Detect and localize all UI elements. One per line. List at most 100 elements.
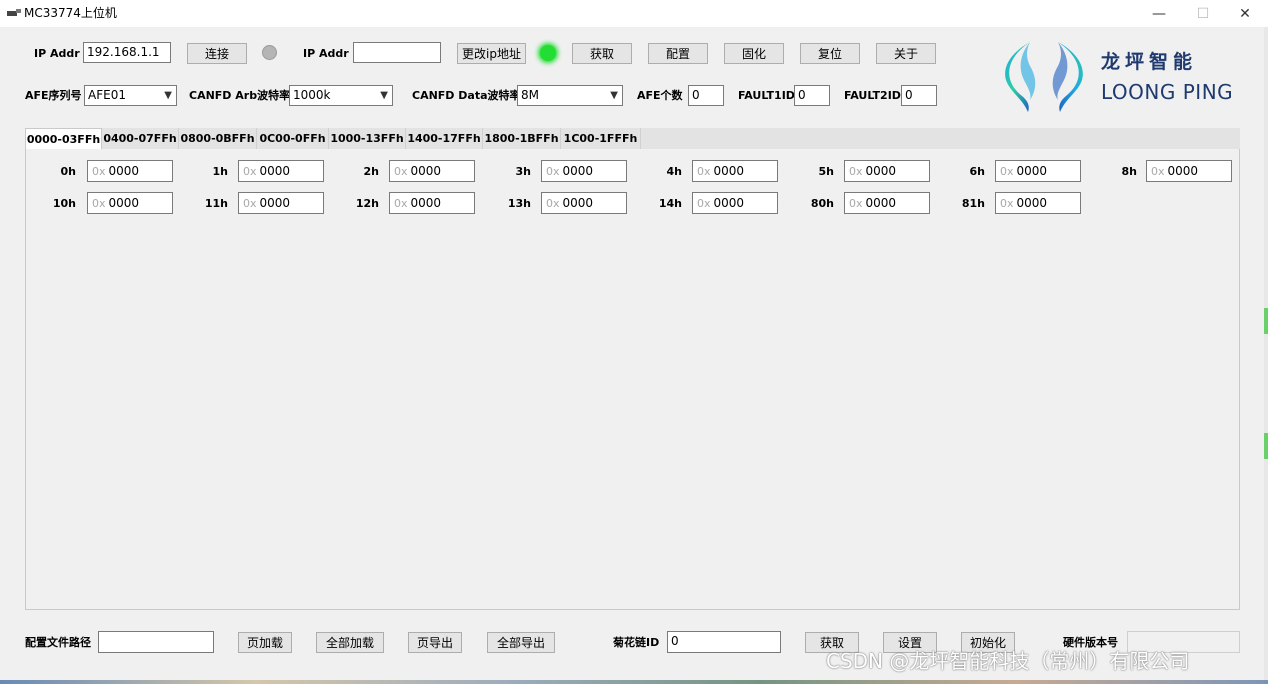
maximize-button[interactable]: ☐: [1180, 0, 1226, 27]
register-label: 12h: [355, 197, 379, 210]
register-value: 0000: [410, 164, 442, 178]
register-label: 2h: [363, 165, 380, 178]
register-label: 11h: [204, 197, 228, 210]
register-input[interactable]: 0x 0000: [87, 160, 173, 182]
hex-prefix: 0x: [697, 197, 711, 210]
register-input[interactable]: 0x 0000: [87, 192, 173, 214]
register-input[interactable]: 0x 0000: [844, 192, 930, 214]
tab-4[interactable]: 1000-13FFh: [329, 128, 406, 150]
solidify-button[interactable]: 固化: [724, 43, 784, 64]
maximize-icon: ☐: [1196, 5, 1210, 22]
chevron-down-icon: ▼: [610, 90, 618, 101]
fault1-label: FAULT1ID: [738, 89, 795, 102]
ip-addr2-input[interactable]: [353, 42, 441, 63]
watermark: CSDN @龙坪智能科技（常州）有限公司: [826, 649, 1190, 673]
hex-prefix: 0x: [1151, 165, 1165, 178]
register-input[interactable]: 0x 0000: [995, 160, 1081, 182]
register-input[interactable]: 0x 0000: [389, 160, 475, 182]
fault2-label: FAULT2ID: [844, 89, 901, 102]
register-label: 6h: [969, 165, 986, 178]
logo-text-en: LOONG PING: [1101, 80, 1234, 104]
close-button[interactable]: ✕: [1222, 0, 1268, 27]
register-value: 0000: [108, 196, 140, 210]
logo-mark-icon: [1005, 42, 1083, 112]
register-label: 0h: [60, 165, 77, 178]
right-edge-accent: [1264, 433, 1268, 459]
canfd-data-value: 8M: [521, 88, 539, 102]
register-value: 0000: [865, 164, 897, 178]
minimize-button[interactable]: —: [1136, 0, 1182, 27]
fault2-input[interactable]: 0: [901, 85, 937, 106]
title-bar: [0, 0, 1268, 27]
tab-panel: [25, 149, 1240, 610]
register-value: 0000: [713, 164, 745, 178]
load-all-button[interactable]: 全部加载: [316, 632, 384, 653]
register-input[interactable]: 0x 0000: [238, 160, 324, 182]
daisy-id-label: 菊花链ID: [613, 636, 660, 649]
tab-0[interactable]: 0000-03FFh: [25, 128, 102, 151]
taskbar-strip: [0, 680, 1268, 684]
ip-addr2-label: IP Addr: [303, 47, 349, 60]
afe-seq-select[interactable]: AFE01 ▼: [84, 85, 177, 106]
config-button[interactable]: 配置: [648, 43, 708, 64]
tab-3[interactable]: 0C00-0FFh: [257, 128, 329, 150]
register-value: 0000: [108, 164, 140, 178]
connect-button[interactable]: 连接: [187, 43, 247, 64]
register-label: 5h: [818, 165, 835, 178]
hex-prefix: 0x: [697, 165, 711, 178]
register-input[interactable]: 0x 0000: [692, 192, 778, 214]
register-label: 10h: [52, 197, 76, 210]
tab-1[interactable]: 0400-07FFh: [102, 128, 179, 150]
register-input[interactable]: 0x 0000: [844, 160, 930, 182]
hex-prefix: 0x: [1000, 165, 1014, 178]
tab-2[interactable]: 0800-0BFFh: [179, 128, 257, 150]
register-input[interactable]: 0x 0000: [541, 192, 627, 214]
minimize-icon: —: [1152, 5, 1166, 22]
register-input[interactable]: 0x 0000: [995, 192, 1081, 214]
get-button[interactable]: 获取: [572, 43, 632, 64]
register-input[interactable]: 0x 0000: [692, 160, 778, 182]
tab-6[interactable]: 1800-1BFFh: [483, 128, 561, 150]
register-label: 81h: [961, 197, 985, 210]
register-input[interactable]: 0x 0000: [1146, 160, 1232, 182]
export-all-button[interactable]: 全部导出: [487, 632, 555, 653]
hex-prefix: 0x: [243, 165, 257, 178]
canfd-arb-select[interactable]: 1000k ▼: [289, 85, 393, 106]
page-load-button[interactable]: 页加载: [238, 632, 292, 653]
right-edge: [1264, 27, 1268, 684]
window-title: MC33774上位机: [24, 6, 117, 20]
daisy-id-input[interactable]: 0: [667, 631, 781, 653]
afe-count-input[interactable]: 0: [688, 85, 724, 106]
afe-seq-label: AFE序列号: [25, 89, 82, 102]
change-ip-button[interactable]: 更改ip地址: [457, 43, 526, 64]
register-value: 0000: [259, 196, 291, 210]
about-button[interactable]: 关于: [876, 43, 936, 64]
status-led: [540, 45, 556, 61]
page-export-button[interactable]: 页导出: [408, 632, 462, 653]
register-input[interactable]: 0x 0000: [389, 192, 475, 214]
hex-prefix: 0x: [394, 197, 408, 210]
close-icon: ✕: [1239, 5, 1251, 22]
tab-7[interactable]: 1C00-1FFFh: [561, 128, 641, 150]
register-input[interactable]: 0x 0000: [541, 160, 627, 182]
register-value: 0000: [865, 196, 897, 210]
chevron-down-icon: ▼: [164, 90, 172, 101]
canfd-arb-label: CANFD Arb波特率: [189, 89, 291, 102]
fault1-input[interactable]: 0: [794, 85, 830, 106]
register-value: 0000: [1016, 196, 1048, 210]
afe-count-label: AFE个数: [637, 89, 683, 102]
register-value: 0000: [713, 196, 745, 210]
register-label: 3h: [515, 165, 532, 178]
tab-5[interactable]: 1400-17FFh: [406, 128, 483, 150]
register-label: 80h: [810, 197, 834, 210]
register-label: 1h: [212, 165, 229, 178]
canfd-arb-value: 1000k: [293, 88, 331, 102]
ip-addr-input[interactable]: 192.168.1.1: [83, 42, 171, 63]
ip-addr-label: IP Addr: [34, 47, 80, 60]
register-input[interactable]: 0x 0000: [238, 192, 324, 214]
config-path-input[interactable]: [98, 631, 214, 653]
chevron-down-icon: ▼: [380, 90, 388, 101]
hex-prefix: 0x: [92, 165, 106, 178]
reset-button[interactable]: 复位: [800, 43, 860, 64]
canfd-data-select[interactable]: 8M ▼: [517, 85, 623, 106]
